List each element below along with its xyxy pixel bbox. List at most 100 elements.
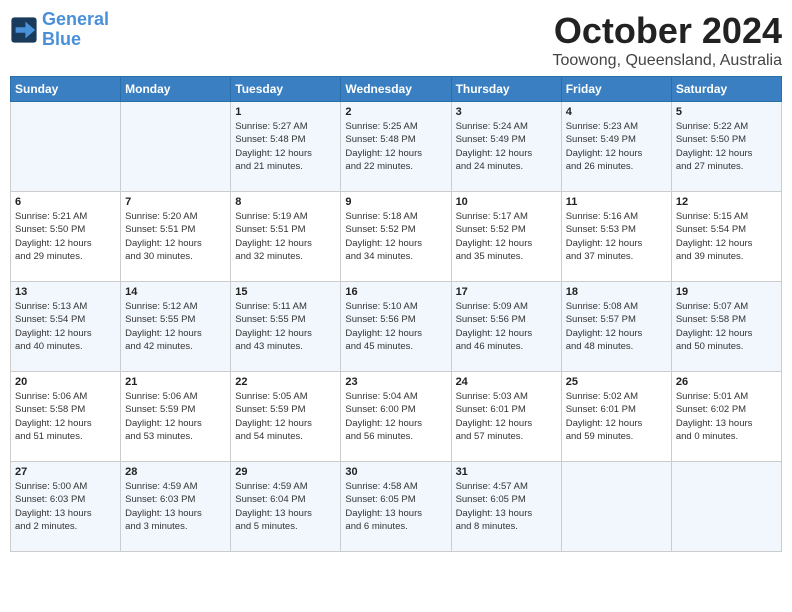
calendar-cell: 30 Sunrise: 4:58 AM Sunset: 6:05 PM Dayli… xyxy=(341,462,451,552)
day-number: 9 xyxy=(345,196,446,208)
day-number: 5 xyxy=(676,106,777,118)
day-number: 24 xyxy=(456,376,557,388)
day-number: 3 xyxy=(456,106,557,118)
weekday-header: Saturday xyxy=(671,77,781,102)
weekday-header: Wednesday xyxy=(341,77,451,102)
calendar-week-row: 6Sunrise: 5:21 AM Sunset: 5:50 PM Daylig… xyxy=(11,192,782,282)
calendar-cell xyxy=(671,462,781,552)
day-number: 28 xyxy=(125,466,226,478)
day-detail: Sunrise: 4:58 AM Sunset: 6:05 PM Dayligh… xyxy=(345,480,446,533)
calendar-week-row: 1 Sunrise: 5:27 AM Sunset: 5:48 PM Daylig… xyxy=(11,102,782,192)
day-number: 27 xyxy=(15,466,116,478)
day-detail: Sunrise: 5:11 AM Sunset: 5:55 PM Dayligh… xyxy=(235,300,336,353)
calendar-cell: 31Sunrise: 4:57 AM Sunset: 6:05 PM Dayli… xyxy=(451,462,561,552)
weekday-header: Monday xyxy=(121,77,231,102)
day-number: 15 xyxy=(235,286,336,298)
calendar-cell: 3 Sunrise: 5:24 AM Sunset: 5:49 PM Daylig… xyxy=(451,102,561,192)
day-detail: Sunrise: 5:06 AM Sunset: 5:58 PM Dayligh… xyxy=(15,390,116,443)
day-number: 14 xyxy=(125,286,226,298)
weekday-header: Thursday xyxy=(451,77,561,102)
day-number: 30 xyxy=(345,466,446,478)
day-detail: Sunrise: 5:10 AM Sunset: 5:56 PM Dayligh… xyxy=(345,300,446,353)
day-detail: Sunrise: 5:01 AM Sunset: 6:02 PM Dayligh… xyxy=(676,390,777,443)
day-number: 12 xyxy=(676,196,777,208)
day-number: 29 xyxy=(235,466,336,478)
day-detail: Sunrise: 5:07 AM Sunset: 5:58 PM Dayligh… xyxy=(676,300,777,353)
day-detail: Sunrise: 5:23 AM Sunset: 5:49 PM Dayligh… xyxy=(566,120,667,173)
day-detail: Sunrise: 5:22 AM Sunset: 5:50 PM Dayligh… xyxy=(676,120,777,173)
calendar-cell: 24 Sunrise: 5:03 AM Sunset: 6:01 PM Dayli… xyxy=(451,372,561,462)
page-header: General Blue October 2024 Toowong, Queen… xyxy=(10,10,782,70)
calendar-cell: 9 Sunrise: 5:18 AM Sunset: 5:52 PM Daylig… xyxy=(341,192,451,282)
calendar-header: SundayMondayTuesdayWednesdayThursdayFrid… xyxy=(11,77,782,102)
calendar-cell: 22Sunrise: 5:05 AM Sunset: 5:59 PM Dayli… xyxy=(231,372,341,462)
logo-text: General Blue xyxy=(42,10,109,50)
day-number: 26 xyxy=(676,376,777,388)
day-number: 18 xyxy=(566,286,667,298)
day-number: 1 xyxy=(235,106,336,118)
day-number: 16 xyxy=(345,286,446,298)
day-number: 13 xyxy=(15,286,116,298)
day-detail: Sunrise: 4:59 AM Sunset: 6:03 PM Dayligh… xyxy=(125,480,226,533)
day-detail: Sunrise: 5:15 AM Sunset: 5:54 PM Dayligh… xyxy=(676,210,777,263)
calendar-body: 1 Sunrise: 5:27 AM Sunset: 5:48 PM Daylig… xyxy=(11,102,782,552)
day-number: 19 xyxy=(676,286,777,298)
day-detail: Sunrise: 5:20 AM Sunset: 5:51 PM Dayligh… xyxy=(125,210,226,263)
calendar-cell: 6Sunrise: 5:21 AM Sunset: 5:50 PM Daylig… xyxy=(11,192,121,282)
day-detail: Sunrise: 5:24 AM Sunset: 5:49 PM Dayligh… xyxy=(456,120,557,173)
calendar-cell: 16 Sunrise: 5:10 AM Sunset: 5:56 PM Dayli… xyxy=(341,282,451,372)
day-number: 23 xyxy=(345,376,446,388)
day-detail: Sunrise: 4:59 AM Sunset: 6:04 PM Dayligh… xyxy=(235,480,336,533)
calendar-cell: 23Sunrise: 5:04 AM Sunset: 6:00 PM Dayli… xyxy=(341,372,451,462)
day-number: 20 xyxy=(15,376,116,388)
day-detail: Sunrise: 5:06 AM Sunset: 5:59 PM Dayligh… xyxy=(125,390,226,443)
weekday-header: Sunday xyxy=(11,77,121,102)
day-detail: Sunrise: 5:18 AM Sunset: 5:52 PM Dayligh… xyxy=(345,210,446,263)
calendar-cell: 8Sunrise: 5:19 AM Sunset: 5:51 PM Daylig… xyxy=(231,192,341,282)
calendar-cell: 2 Sunrise: 5:25 AM Sunset: 5:48 PM Daylig… xyxy=(341,102,451,192)
calendar-cell: 18 Sunrise: 5:08 AM Sunset: 5:57 PM Dayli… xyxy=(561,282,671,372)
calendar-cell: 20 Sunrise: 5:06 AM Sunset: 5:58 PM Dayli… xyxy=(11,372,121,462)
day-detail: Sunrise: 5:03 AM Sunset: 6:01 PM Dayligh… xyxy=(456,390,557,443)
day-detail: Sunrise: 5:02 AM Sunset: 6:01 PM Dayligh… xyxy=(566,390,667,443)
day-number: 17 xyxy=(456,286,557,298)
day-number: 25 xyxy=(566,376,667,388)
day-detail: Sunrise: 5:16 AM Sunset: 5:53 PM Dayligh… xyxy=(566,210,667,263)
day-number: 7 xyxy=(125,196,226,208)
calendar-cell xyxy=(561,462,671,552)
day-number: 4 xyxy=(566,106,667,118)
calendar-cell: 27 Sunrise: 5:00 AM Sunset: 6:03 PM Dayli… xyxy=(11,462,121,552)
day-detail: Sunrise: 5:08 AM Sunset: 5:57 PM Dayligh… xyxy=(566,300,667,353)
calendar-cell: 1 Sunrise: 5:27 AM Sunset: 5:48 PM Daylig… xyxy=(231,102,341,192)
calendar-cell: 25 Sunrise: 5:02 AM Sunset: 6:01 PM Dayli… xyxy=(561,372,671,462)
day-number: 10 xyxy=(456,196,557,208)
calendar-cell: 19 Sunrise: 5:07 AM Sunset: 5:58 PM Dayli… xyxy=(671,282,781,372)
logo-icon xyxy=(10,16,38,44)
calendar-cell: 5 Sunrise: 5:22 AM Sunset: 5:50 PM Daylig… xyxy=(671,102,781,192)
day-detail: Sunrise: 5:17 AM Sunset: 5:52 PM Dayligh… xyxy=(456,210,557,263)
calendar-cell: 7 Sunrise: 5:20 AM Sunset: 5:51 PM Daylig… xyxy=(121,192,231,282)
day-number: 6 xyxy=(15,196,116,208)
weekday-header: Friday xyxy=(561,77,671,102)
day-detail: Sunrise: 5:00 AM Sunset: 6:03 PM Dayligh… xyxy=(15,480,116,533)
calendar-cell: 14Sunrise: 5:12 AM Sunset: 5:55 PM Dayli… xyxy=(121,282,231,372)
location-title: Toowong, Queensland, Australia xyxy=(553,52,782,70)
day-detail: Sunrise: 4:57 AM Sunset: 6:05 PM Dayligh… xyxy=(456,480,557,533)
calendar-table: SundayMondayTuesdayWednesdayThursdayFrid… xyxy=(10,76,782,552)
day-number: 2 xyxy=(345,106,446,118)
day-detail: Sunrise: 5:05 AM Sunset: 5:59 PM Dayligh… xyxy=(235,390,336,443)
day-number: 21 xyxy=(125,376,226,388)
calendar-cell: 28 Sunrise: 4:59 AM Sunset: 6:03 PM Dayli… xyxy=(121,462,231,552)
day-detail: Sunrise: 5:27 AM Sunset: 5:48 PM Dayligh… xyxy=(235,120,336,173)
day-detail: Sunrise: 5:19 AM Sunset: 5:51 PM Dayligh… xyxy=(235,210,336,263)
calendar-cell xyxy=(11,102,121,192)
weekday-header-row: SundayMondayTuesdayWednesdayThursdayFrid… xyxy=(11,77,782,102)
calendar-week-row: 13Sunrise: 5:13 AM Sunset: 5:54 PM Dayli… xyxy=(11,282,782,372)
logo: General Blue xyxy=(10,10,109,50)
calendar-cell: 13Sunrise: 5:13 AM Sunset: 5:54 PM Dayli… xyxy=(11,282,121,372)
day-detail: Sunrise: 5:25 AM Sunset: 5:48 PM Dayligh… xyxy=(345,120,446,173)
calendar-cell: 11Sunrise: 5:16 AM Sunset: 5:53 PM Dayli… xyxy=(561,192,671,282)
calendar-cell xyxy=(121,102,231,192)
calendar-cell: 4 Sunrise: 5:23 AM Sunset: 5:49 PM Daylig… xyxy=(561,102,671,192)
title-block: October 2024 Toowong, Queensland, Austra… xyxy=(553,10,782,70)
